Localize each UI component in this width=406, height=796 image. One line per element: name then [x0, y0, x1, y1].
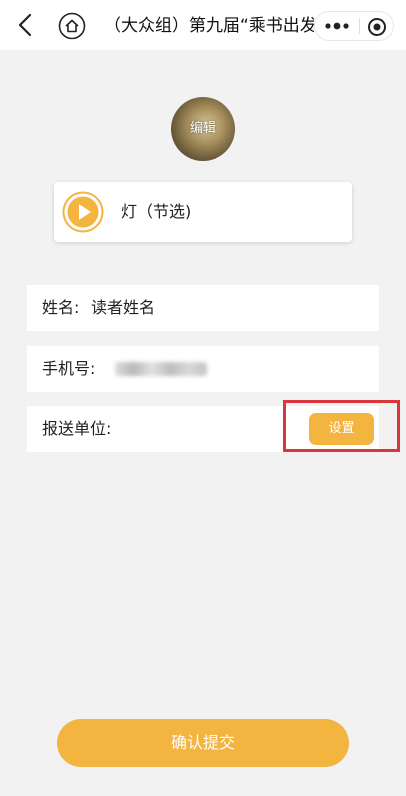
phone-field: 手机号:: [27, 346, 379, 392]
audio-card[interactable]: 灯（节选): [54, 182, 352, 242]
name-field: 姓名: 读者姓名: [27, 285, 379, 331]
phone-label: 手机号:: [42, 359, 96, 378]
home-icon[interactable]: [58, 12, 86, 40]
unit-label: 报送单位:: [42, 419, 112, 438]
phone-value-redacted: [115, 362, 207, 376]
more-dots-icon[interactable]: [323, 19, 353, 33]
avatar-edit-label[interactable]: 编辑: [171, 97, 235, 161]
page-title: （大众组）第九届“乘书出发 通过…: [104, 16, 314, 36]
mini-program-capsule: [314, 11, 394, 41]
submit-button[interactable]: 确认提交: [57, 719, 349, 767]
audio-title: 灯（节选): [121, 202, 192, 221]
navigation-bar: （大众组）第九届“乘书出发 通过…: [0, 0, 406, 50]
capsule-divider: [359, 18, 360, 34]
name-label: 姓名:: [42, 298, 80, 317]
avatar[interactable]: 编辑: [171, 97, 235, 161]
name-value: 读者姓名: [91, 298, 156, 317]
target-icon[interactable]: [367, 17, 387, 37]
set-unit-button[interactable]: 设置: [309, 413, 374, 445]
chevron-left-icon[interactable]: [14, 12, 38, 38]
play-icon[interactable]: [62, 191, 104, 233]
